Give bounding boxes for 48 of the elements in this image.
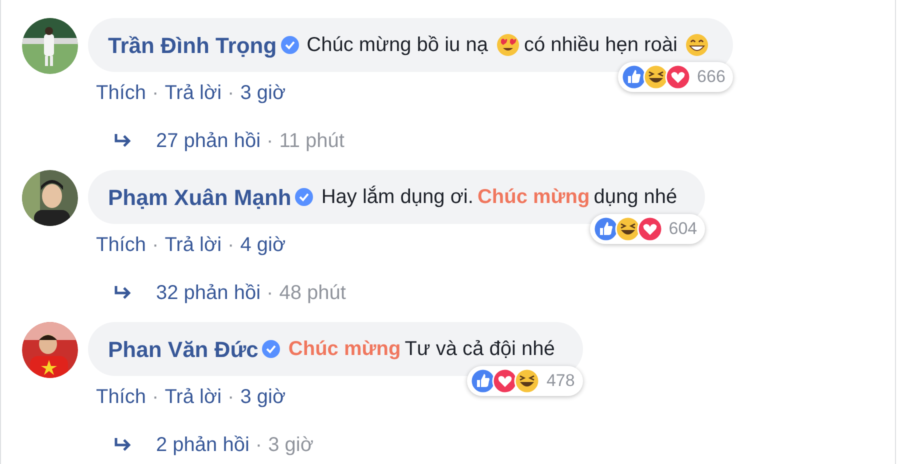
like-link[interactable]: Thích xyxy=(96,78,146,108)
verified-badge-icon xyxy=(295,188,314,206)
separator-dot: · xyxy=(152,385,159,410)
reply-link[interactable]: Trả lời xyxy=(164,230,222,260)
comment-text: Hay lắm dụng ơi. xyxy=(321,184,474,210)
comment-time[interactable]: 4 giờ xyxy=(240,230,286,260)
replies-time: 11 phút xyxy=(279,129,344,154)
comment-time[interactable]: 3 giờ xyxy=(240,382,286,412)
highlighted-text: Chúc mừng xyxy=(477,185,590,210)
author-name[interactable]: Phan Văn Đức xyxy=(108,332,258,366)
separator-dot: · xyxy=(228,81,234,106)
separator-dot: · xyxy=(255,433,262,458)
highlighted-text: Chúc mừng xyxy=(288,337,401,362)
reply-link[interactable]: Trả lời xyxy=(164,78,222,108)
heart-eyes-emoji-icon xyxy=(496,33,520,57)
separator-dot: · xyxy=(266,129,274,154)
comment-text: dụng nhé xyxy=(594,185,678,210)
like-link[interactable]: Thích xyxy=(96,382,146,412)
replies-link[interactable]: 2 phản hồi xyxy=(156,430,250,460)
comment-text: Tư và cả đội nhé xyxy=(404,337,555,362)
reaction-count: 604 xyxy=(668,218,698,240)
reaction-count: 666 xyxy=(697,66,726,88)
verified-badge-icon xyxy=(280,36,299,54)
replies-time: 48 phút xyxy=(279,281,346,306)
laughing-face-icon xyxy=(514,368,540,394)
separator-dot: · xyxy=(152,81,159,106)
reply-link[interactable]: Trả lời xyxy=(164,382,222,412)
author-name[interactable]: Trần Đình Trọng xyxy=(108,28,277,62)
reaction-count: 478 xyxy=(546,370,575,392)
separator-dot: · xyxy=(266,281,274,306)
replies-link[interactable]: 32 phản hồi xyxy=(156,278,261,308)
comment-time[interactable]: 3 giờ xyxy=(240,78,286,108)
comment-text: Chúc mừng bồ iu nạ xyxy=(306,33,488,58)
thumbs-up-icon xyxy=(470,368,496,394)
separator-dot: · xyxy=(228,385,234,410)
separator-dot: · xyxy=(228,233,234,258)
replies-time: 3 giờ xyxy=(268,433,314,458)
like-link[interactable]: Thích xyxy=(96,230,146,260)
grin-emoji-icon xyxy=(685,33,710,57)
thumbs-up-icon xyxy=(621,64,648,90)
author-name[interactable]: Phạm Xuân Mạnh xyxy=(108,180,292,214)
replies-link[interactable]: 27 phản hồi xyxy=(156,126,261,156)
comment-text: có nhiều hẹn roài xyxy=(524,33,678,58)
separator-dot: · xyxy=(152,233,159,258)
laughing-face-icon xyxy=(643,64,670,90)
thumbs-up-icon xyxy=(592,216,619,242)
laughing-face-icon xyxy=(614,216,641,242)
verified-badge-icon xyxy=(262,340,280,358)
